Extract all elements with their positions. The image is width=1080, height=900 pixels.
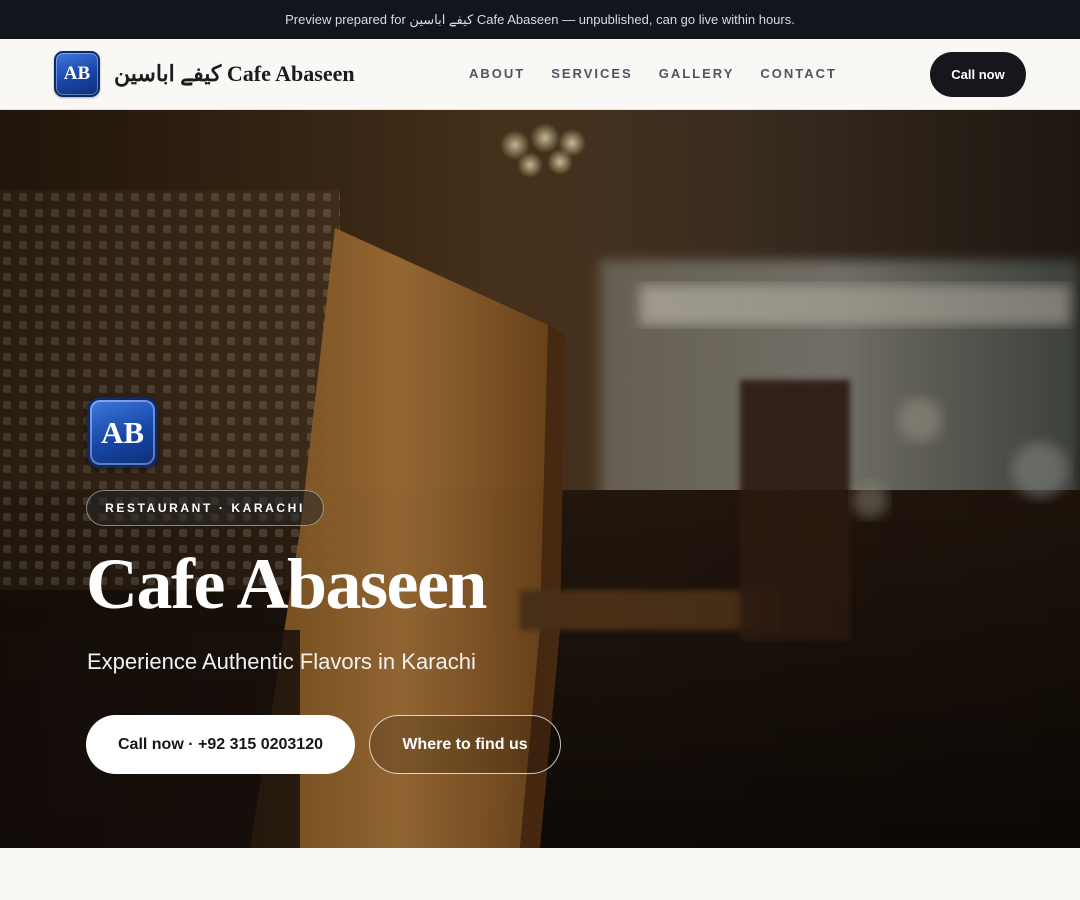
- header-call-button[interactable]: Call now: [930, 52, 1026, 97]
- nav-link-contact[interactable]: CONTACT: [760, 66, 837, 82]
- main-nav: ABOUT SERVICES GALLERY CONTACT: [469, 66, 837, 82]
- nav-link-about[interactable]: ABOUT: [469, 66, 525, 82]
- nav-link-services[interactable]: SERVICES: [551, 66, 633, 82]
- hero-section: AB RESTAURANT · KARACHI Cafe Abaseen Exp…: [0, 110, 1080, 848]
- site-header: AB کیفے اباسین Cafe Abaseen ABOUT SERVIC…: [0, 39, 1080, 110]
- nav-link-gallery[interactable]: GALLERY: [659, 66, 735, 82]
- category-badge: RESTAURANT · KARACHI: [86, 490, 324, 526]
- hero-logo: AB: [87, 397, 158, 468]
- where-to-find-us-button[interactable]: Where to find us: [369, 715, 561, 774]
- brand-name[interactable]: کیفے اباسین Cafe Abaseen: [114, 59, 355, 89]
- call-now-button[interactable]: Call now · +92 315 0203120: [86, 715, 355, 774]
- preview-banner: Preview prepared for کیفے اباسین Cafe Ab…: [0, 0, 1080, 39]
- next-section: [0, 848, 1080, 900]
- hero-title: Cafe Abaseen: [86, 544, 487, 624]
- brand-logo[interactable]: AB: [54, 51, 100, 97]
- preview-banner-text: Preview prepared for کیفے اباسین Cafe Ab…: [285, 11, 795, 27]
- hero-tagline: Experience Authentic Flavors in Karachi: [87, 649, 476, 674]
